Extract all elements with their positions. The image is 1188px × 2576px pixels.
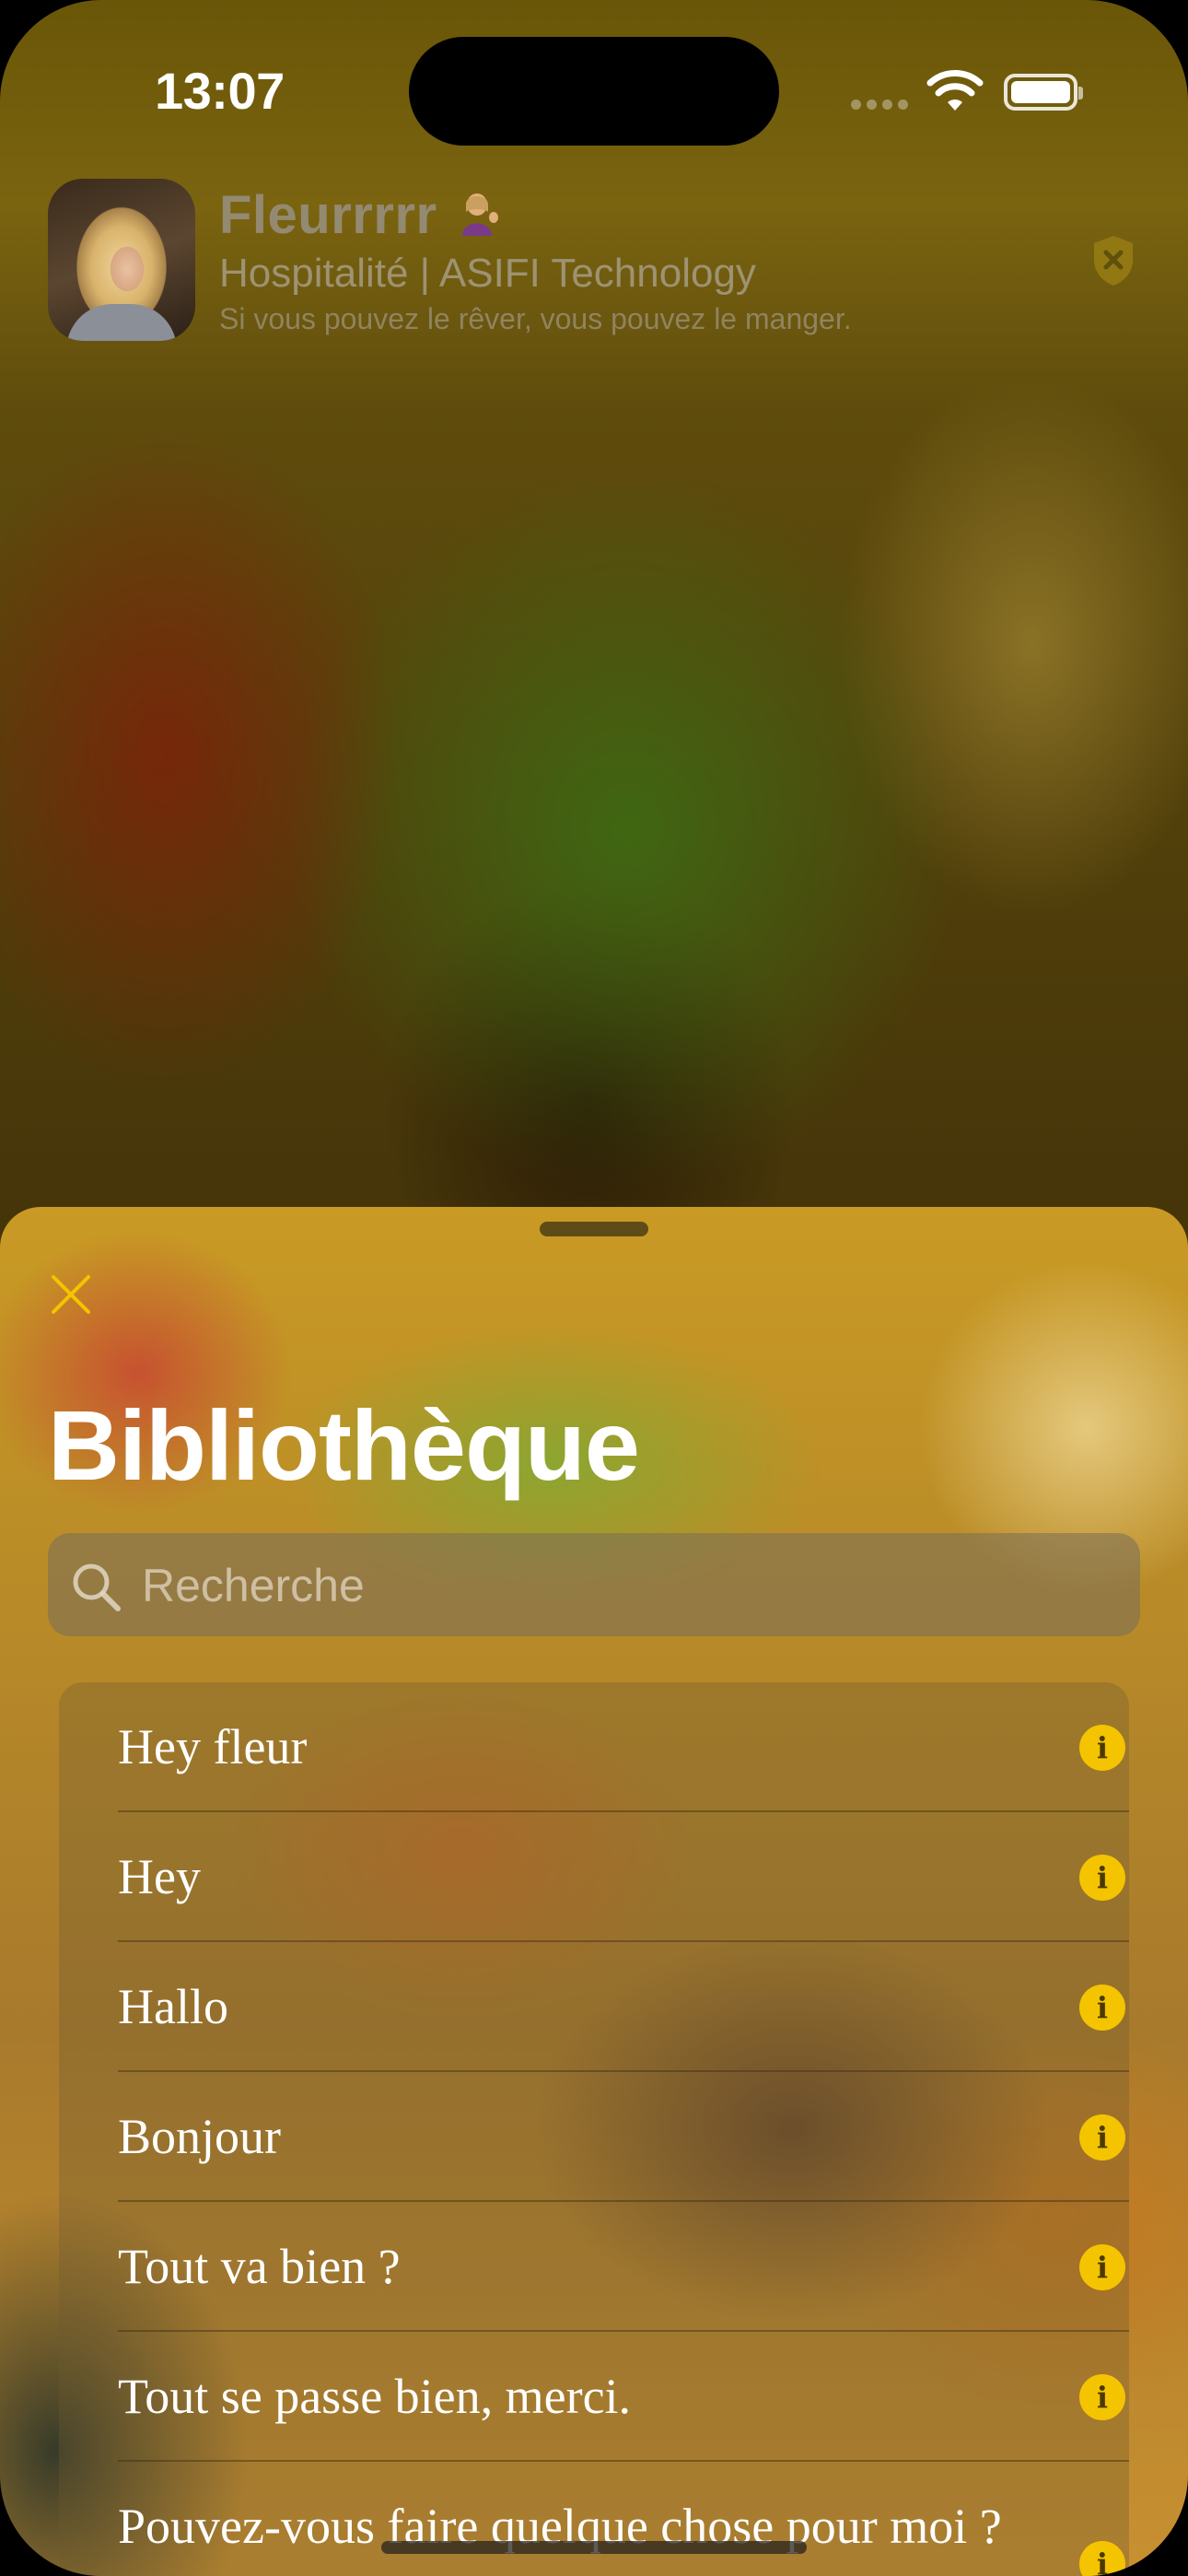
home-indicator[interactable] [381,2541,807,2554]
list-item-label: Tout va bien ? [118,2239,401,2294]
list-item[interactable]: Pouvez-vous faire quelque chose pour moi… [118,2462,1129,2576]
search-icon [73,1563,121,1611]
close-x-icon[interactable] [46,1270,96,1319]
wifi-icon [926,70,984,111]
app-screen: 13:07 Fleurrrrr Hospitalité | ASIFI Tech… [0,0,1188,2576]
profile-name: Fleurrrrr [219,185,437,245]
list-item[interactable]: Tout va bien ? i [118,2202,1129,2332]
profile-tagline: Si vous pouvez le rêver, vous pouvez le … [219,302,852,335]
info-icon[interactable]: i [1079,2114,1125,2160]
profile-avatar[interactable] [48,179,195,341]
list-item-label: Pouvez-vous faire quelque chose pour moi… [118,2499,1002,2554]
search-field[interactable] [48,1533,1140,1638]
list-item-label: Bonjour [118,2109,282,2164]
dynamic-island [409,37,779,146]
battery-icon [1004,74,1083,111]
list-item[interactable]: Bonjour i [118,2072,1129,2202]
list-item-label: Hallo [118,1979,228,2034]
info-icon[interactable]: i [1079,1985,1125,2031]
info-icon[interactable]: i [1079,1855,1125,1901]
info-icon[interactable]: i [1079,2374,1125,2420]
library-sheet: Bibliothèque Hey fleur i Hey i Hallo i [0,1207,1188,2576]
search-input[interactable] [140,1533,1120,1638]
shield-x-icon[interactable] [1090,234,1136,287]
list-item[interactable]: Hallo i [118,1942,1129,2072]
page-title: Bibliothèque [48,1389,640,1501]
person-tipping-hand-emoji-icon [462,193,498,236]
info-icon[interactable]: i [1079,2541,1125,2576]
list-item[interactable]: Hey i [118,1812,1129,1942]
list-item[interactable]: Hey fleur i [118,1682,1129,1812]
cellular-signal-icon [851,100,908,110]
list-item-label: Hey [118,1849,201,1904]
status-time: 13:07 [155,62,285,120]
info-icon[interactable]: i [1079,1725,1125,1771]
list-item[interactable]: Tout se passe bien, merci. i [118,2332,1129,2462]
profile-subtitle: Hospitalité | ASIFI Technology [219,251,756,296]
info-icon[interactable]: i [1079,2244,1125,2290]
phrase-list: Hey fleur i Hey i Hallo i Bonjour i Tout… [59,1682,1129,2576]
sheet-grabber[interactable] [540,1222,648,1236]
list-item-label: Hey fleur [118,1719,308,1774]
list-item-label: Tout se passe bien, merci. [118,2369,632,2424]
